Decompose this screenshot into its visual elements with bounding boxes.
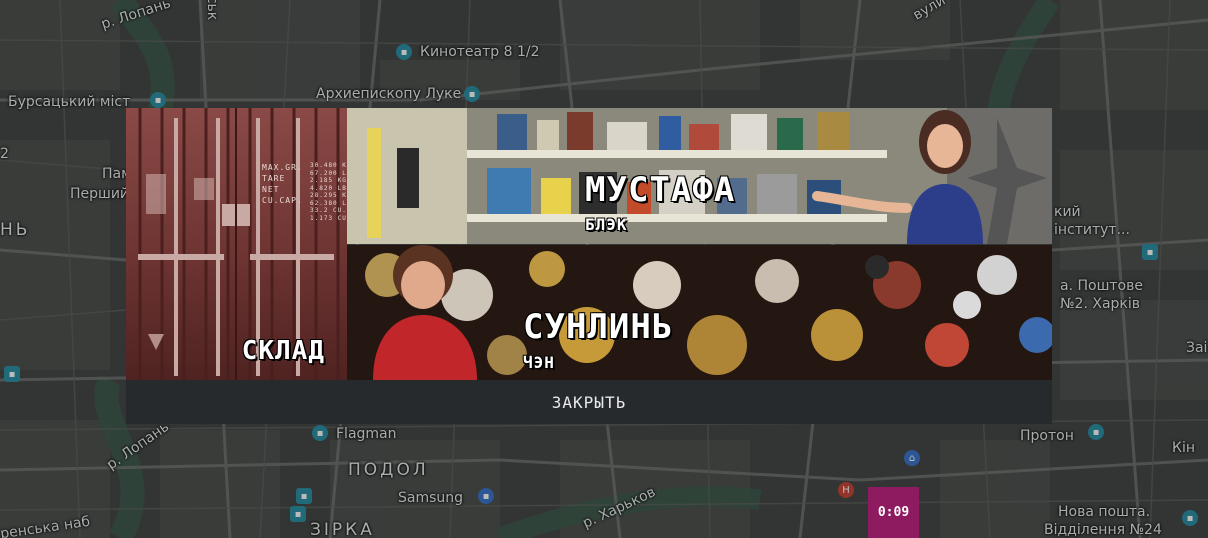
timer-badge: 0:09 — [868, 487, 919, 538]
character-name: СУНЛИНЬ — [523, 307, 674, 347]
character-card-sunlin[interactable]: СУНЛИНЬ ЧЭН — [347, 245, 1052, 380]
character-card-mustafa[interactable]: МУСТАФА БЛЭК — [347, 108, 1052, 244]
jewelry-image — [347, 245, 1052, 380]
character-surname: ЧЭН — [523, 353, 555, 372]
close-button[interactable]: ЗАКРЫТЬ — [126, 380, 1052, 424]
character-name: МУСТАФА — [585, 170, 736, 210]
warehouse-tile[interactable]: MAX.GR. TARE NET CU.CAP. 30.480 KG 67.20… — [126, 108, 347, 380]
location-modal: MAX.GR. TARE NET CU.CAP. 30.480 KG 67.20… — [126, 108, 1052, 424]
character-surname: БЛЭК — [585, 215, 628, 234]
warehouse-label: СКЛАД — [241, 336, 325, 366]
